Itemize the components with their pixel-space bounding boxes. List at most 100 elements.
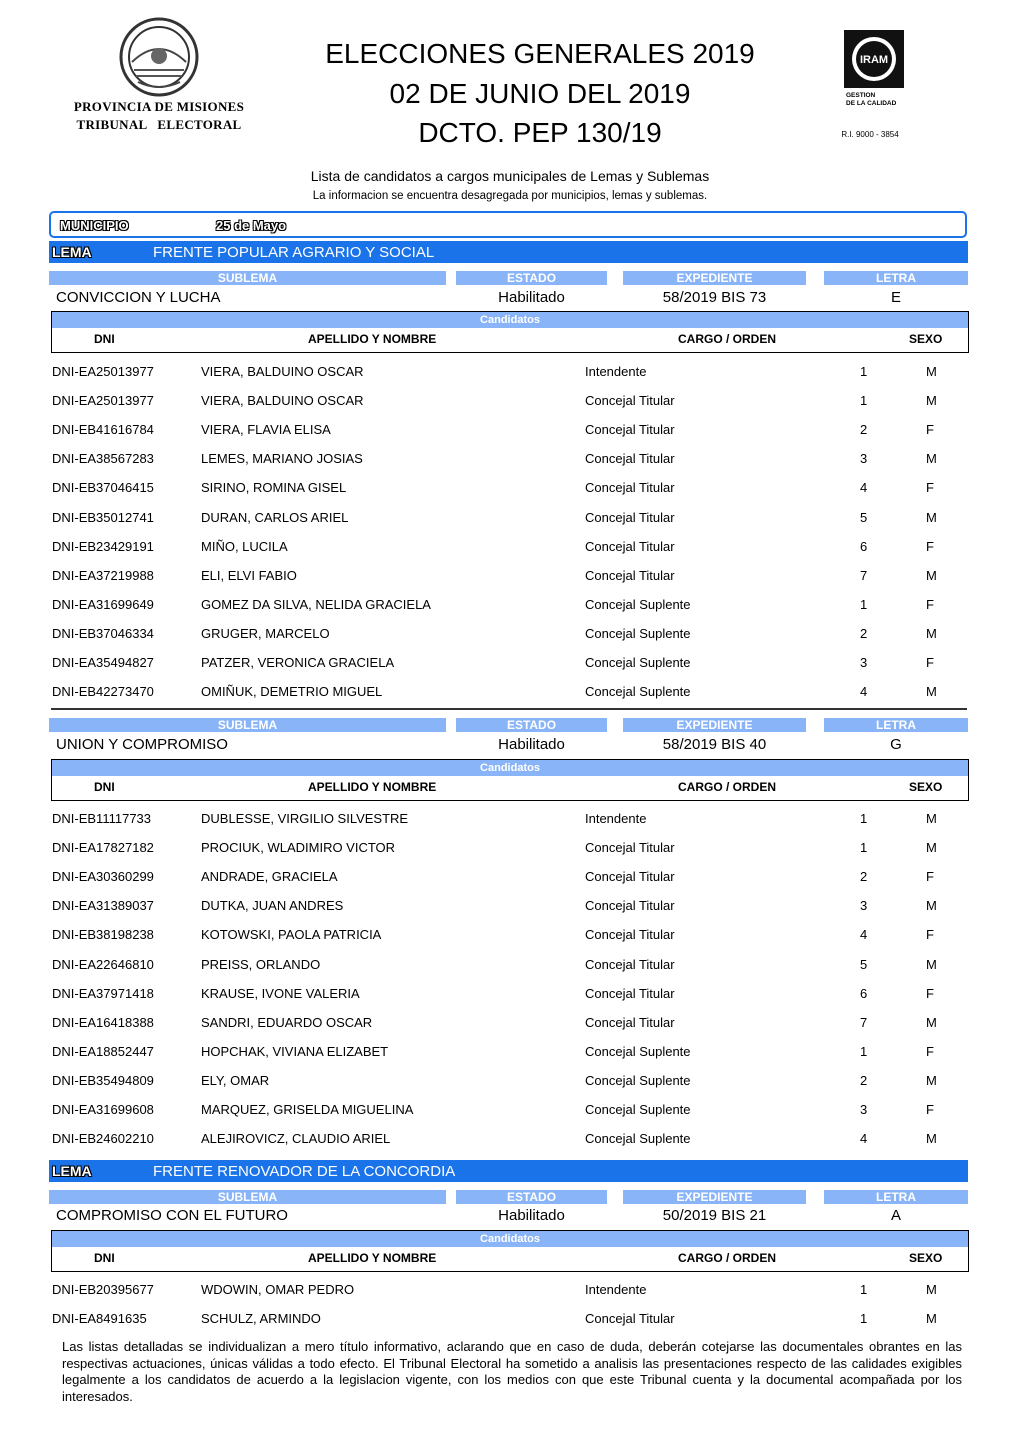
- candidate-dni: DNI-EA38567283: [52, 451, 154, 467]
- candidate-orden: 1: [860, 1043, 868, 1059]
- candidate-dni: DNI-EB41616784: [52, 422, 154, 438]
- estado-header: ESTADO: [456, 1190, 607, 1204]
- candidate-sexo: M: [926, 956, 937, 972]
- candidate-orden: 3: [860, 898, 868, 914]
- candidate-sexo: M: [926, 364, 937, 379]
- candidate-name: VIERA, FLAVIA ELISA: [201, 422, 331, 438]
- candidate-orden: 6: [860, 538, 868, 554]
- sublema-estado: Habilitado: [498, 736, 565, 753]
- col-cargo: CARGO / ORDEN: [678, 1251, 777, 1265]
- candidate-name: PREISS, ORLANDO: [201, 956, 321, 972]
- iram-logo-text: IRAM: [860, 54, 888, 66]
- candidate-name: ANDRADE, GRACIELA: [201, 869, 338, 885]
- candidate-dni: DNI-EA31699608: [52, 1102, 154, 1117]
- candidate-cargo: Concejal Suplente: [585, 1043, 691, 1059]
- candidate-orden: 2: [860, 869, 868, 885]
- candidate-sexo: M: [926, 1311, 937, 1327]
- candidate-dni: DNI-EA31389037: [52, 898, 154, 914]
- sublema-estado: Habilitado: [498, 1207, 565, 1224]
- candidates-header: Candidatos DNI APELLIDO Y NOMBRE CARGO /…: [51, 759, 969, 801]
- candidate-cargo: Concejal Titular: [585, 567, 675, 583]
- lema-name: FRENTE POPULAR AGRARIO Y SOCIAL: [153, 244, 435, 261]
- col-dni: DNI: [94, 780, 115, 794]
- candidate-cargo: Concejal Titular: [585, 956, 675, 972]
- candidate-row: DNI-EB11117733 DUBLESSE, VIRGILIO SILVEST…: [0, 811, 1020, 827]
- candidate-row: DNI-EA25013977 VIERA, BALDUINO OSCAR Inten…: [0, 364, 1020, 380]
- estado-header: ESTADO: [456, 271, 607, 285]
- candidate-dni: DNI-EB20395677: [52, 1282, 154, 1297]
- candidate-dni: DNI-EB35012741: [52, 509, 154, 525]
- candidate-sexo: M: [926, 811, 937, 826]
- candidate-orden: 4: [860, 684, 868, 700]
- candidate-row: DNI-EA30360299 ANDRADE, GRACIELA Concejal …: [0, 869, 1020, 885]
- candidate-name: SANDRI, EDUARDO OSCAR: [201, 1014, 373, 1030]
- candidates-list-1: DNI-EA25013977 VIERA, BALDUINO OSCAR Inten…: [0, 364, 1020, 704]
- candidate-cargo: Concejal Titular: [585, 985, 675, 1001]
- candidate-dni: DNI-EA22646810: [52, 956, 154, 972]
- candidate-orden: 3: [860, 655, 868, 670]
- candidate-row: DNI-EA31389037 DUTKA, JUAN ANDRES Concejal…: [0, 898, 1020, 914]
- candidates-header: Candidatos DNI APELLIDO Y NOMBRE CARGO /…: [51, 1230, 969, 1272]
- candidate-sexo: F: [926, 480, 934, 496]
- section-separator: [51, 708, 967, 710]
- candidate-dni: DNI-EB11117733: [52, 811, 152, 826]
- candidate-name: KRAUSE, IVONE VALERIA: [201, 985, 360, 1001]
- sublema-name: UNION Y COMPROMISO: [56, 736, 228, 753]
- candidate-orden: 5: [860, 509, 868, 525]
- candidate-row: DNI-EB24602210 ALEJIROVICZ, CLAUDIO ARIEL…: [0, 1131, 1020, 1147]
- candidate-name: KOTOWSKI, PAOLA PATRICIA: [201, 927, 382, 943]
- col-cargo: CARGO / ORDEN: [678, 332, 777, 346]
- candidate-name: MARQUEZ, GRISELDA MIGUELINA: [201, 1102, 414, 1117]
- iram-caption: GESTION DE LA CALIDAD: [846, 92, 916, 108]
- sublema-section-1: SUBLEMA ESTADO EXPEDIENTE LETRA CONVICCI…: [0, 271, 1020, 307]
- sublema-expediente: 58/2019 BIS 40: [662, 736, 767, 753]
- candidate-dni: DNI-EB42273470: [52, 684, 154, 700]
- candidate-row: DNI-EB23429191 MIÑO, LUCILA Concejal Titul…: [0, 539, 1020, 555]
- candidate-dni: DNI-EB23429191: [52, 538, 154, 554]
- candidate-sexo: M: [926, 393, 937, 409]
- candidate-name: VIERA, BALDUINO OSCAR: [201, 364, 364, 379]
- candidate-orden: 7: [860, 1014, 868, 1030]
- candidate-dni: DNI-EA37219988: [52, 567, 154, 583]
- province-line-1: PROVINCIA DE MISIONES: [73, 99, 245, 114]
- candidate-row: DNI-EA38567283 LEMES, MARIANO JOSIAS Conce…: [0, 451, 1020, 467]
- candidate-orden: 1: [860, 364, 868, 379]
- candidate-row: DNI-EA37971418 KRAUSE, IVONE VALERIA Conce…: [0, 986, 1020, 1002]
- lema-bar: LEMA FRENTE POPULAR AGRARIO Y SOCIAL: [49, 241, 968, 263]
- expediente-header: EXPEDIENTE: [623, 718, 806, 732]
- candidate-row: DNI-EB38198238 KOTOWSKI, PAOLA PATRICIA Co…: [0, 927, 1020, 943]
- candidate-cargo: Concejal Titular: [585, 393, 675, 409]
- candidate-sexo: M: [926, 509, 937, 525]
- candidate-sexo: M: [926, 898, 937, 914]
- candidate-orden: 3: [860, 451, 868, 467]
- letra-header: LETRA: [824, 1190, 968, 1204]
- candidate-sexo: F: [926, 1043, 934, 1059]
- candidate-cargo: Concejal Suplente: [585, 684, 691, 700]
- candidate-name: VIERA, BALDUINO OSCAR: [201, 393, 364, 409]
- candidate-name: GRUGER, MARCELO: [201, 625, 330, 641]
- col-apellido: APELLIDO Y NOMBRE: [308, 332, 437, 346]
- candidate-row: DNI-EB35494809 ELY, OMAR Concejal Suplente…: [0, 1073, 1020, 1089]
- candidate-orden: 3: [860, 1102, 868, 1117]
- candidate-row: DNI-EB37046334 GRUGER, MARCELO Concejal Su…: [0, 626, 1020, 642]
- candidate-cargo: Concejal Titular: [585, 927, 675, 943]
- candidates-list-2: DNI-EB11117733 DUBLESSE, VIRGILIO SILVEST…: [0, 811, 1020, 1151]
- title-line-1: ELECCIONES GENERALES 2019: [325, 38, 755, 69]
- candidate-cargo: Intendente: [585, 811, 647, 826]
- candidate-orden: 7: [860, 567, 868, 583]
- candidate-dni: DNI-EB37046415: [52, 480, 154, 496]
- candidate-orden: 1: [860, 1311, 868, 1327]
- expediente-header: EXPEDIENTE: [623, 1190, 806, 1204]
- candidate-sexo: F: [926, 1102, 934, 1117]
- candidate-dni: DNI-EA17827182: [52, 840, 154, 856]
- candidate-cargo: Concejal Titular: [585, 1311, 675, 1327]
- iram-ri: R.I. 9000 - 3854: [841, 130, 899, 139]
- iram-caption-1: GESTION: [846, 92, 876, 99]
- letra-header: LETRA: [824, 718, 968, 732]
- intro-subtitle: La informacion se encuentra desagregada …: [312, 190, 708, 202]
- candidate-dni: DNI-EB38198238: [52, 927, 154, 943]
- col-sexo: SEXO: [909, 1251, 943, 1265]
- candidates-list-3: DNI-EB20395677 WDOWIN, OMAR PEDRO Intenden…: [0, 1282, 1020, 1332]
- candidate-name: GOMEZ DA SILVA, NELIDA GRACIELA: [201, 596, 431, 612]
- sublema-letra: A: [890, 1207, 901, 1224]
